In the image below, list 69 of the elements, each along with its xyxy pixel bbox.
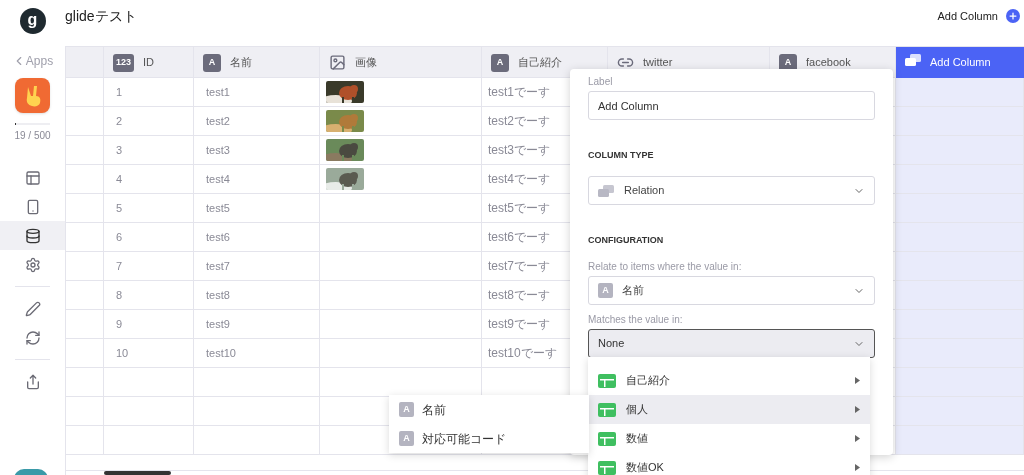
submenu-item[interactable]: A 名前 [389, 395, 589, 424]
submenu-item[interactable]: A 対応可能コード [389, 424, 589, 453]
relation-icon [598, 184, 614, 197]
table-cell: test5 [194, 194, 320, 223]
app-icon[interactable] [15, 78, 50, 113]
table-cell: 10 [104, 339, 194, 368]
pen-icon [24, 300, 41, 317]
sync-icon [24, 329, 41, 346]
table-cell: test3 [194, 136, 320, 165]
table-cell: test9 [194, 310, 320, 339]
scrollbar[interactable] [104, 471, 171, 475]
app-title: glideテスト [65, 6, 137, 26]
menu-item[interactable]: 数値 [588, 424, 870, 453]
submenu-arrow-icon [855, 464, 860, 471]
column-type-select[interactable]: Relation [588, 176, 875, 205]
table-cell: 2 [104, 107, 194, 136]
relation-icon [905, 54, 921, 66]
table-cell: test8 [194, 281, 320, 310]
menu-item[interactable]: 自己紹介 [588, 366, 870, 395]
submenu-arrow-icon [855, 435, 860, 442]
logo[interactable]: g [19, 8, 46, 34]
settings-icon [24, 256, 41, 273]
table-cell: test4 [194, 165, 320, 194]
layout-icon [24, 169, 41, 186]
data-icon [24, 227, 41, 244]
plus-icon [1008, 11, 1018, 21]
menu-item[interactable]: 個人 [588, 395, 870, 424]
table-cell: test2 [194, 107, 320, 136]
column-title: ID [143, 55, 155, 70]
table-cell: 5 [104, 194, 194, 223]
add-column-button[interactable]: Add Column [937, 7, 1020, 25]
row-count: 19 / 500 [14, 129, 51, 143]
table-cell: 9 [104, 310, 194, 339]
column-title: 画像 [355, 55, 377, 70]
table-cell: 3 [104, 136, 194, 165]
column-title: 自己紹介 [518, 55, 562, 70]
table-cell: 4 [104, 165, 194, 194]
table-cell: 8 [104, 281, 194, 310]
column-header[interactable]: 123 ID [104, 47, 194, 78]
type-badge: 123 [113, 54, 135, 72]
match-select[interactable]: None [588, 329, 875, 358]
column-header[interactable]: A 自己紹介 [482, 47, 608, 78]
table-cell: 7 [104, 252, 194, 281]
table-cell: test10 [194, 339, 320, 368]
type-badge: A [203, 54, 221, 72]
column-title: twitter [643, 55, 673, 70]
image-icon [329, 54, 346, 71]
table-icon [598, 373, 616, 388]
relate-select[interactable]: A 名前 [588, 276, 875, 305]
table-icon [598, 431, 616, 446]
column-title: facebook [806, 55, 851, 70]
column-title: Add Column [930, 55, 991, 70]
submenu-arrow-icon [855, 377, 860, 384]
column-header[interactable]: Add Column [896, 47, 1024, 78]
label-input[interactable]: Add Column [588, 91, 875, 120]
submenu-arrow-icon [855, 406, 860, 413]
nav-item[interactable] [0, 221, 65, 250]
menu-item[interactable]: 数値OK [588, 453, 870, 475]
share-icon [24, 373, 41, 390]
column-title: 名前 [230, 55, 252, 70]
table-cell: test1 [194, 78, 320, 107]
column-header[interactable]: 画像 [320, 47, 482, 78]
table-icon [598, 402, 616, 417]
table-cell: 1 [104, 78, 194, 107]
table-cell: test7 [194, 252, 320, 281]
table-cell: 6 [104, 223, 194, 252]
column-header[interactable]: A 名前 [194, 47, 320, 78]
type-badge: A [491, 54, 509, 72]
table-cell: test6 [194, 223, 320, 252]
